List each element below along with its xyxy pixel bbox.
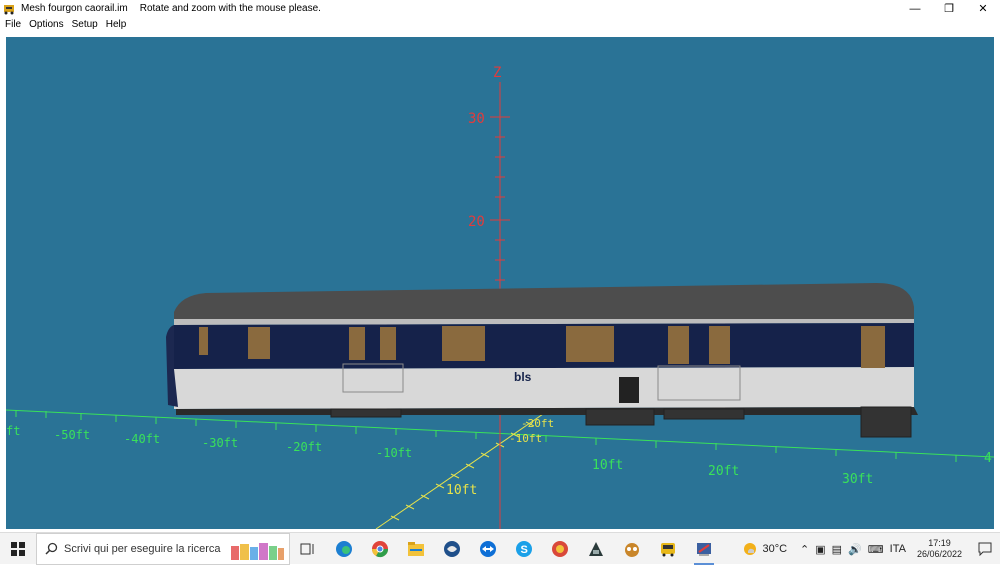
restore-button[interactable]: ❐ bbox=[932, 0, 966, 17]
search-icon bbox=[45, 542, 58, 555]
taskbar-app-teamviewer[interactable] bbox=[470, 533, 506, 565]
z-tick: 20 bbox=[468, 214, 485, 230]
app-red-icon bbox=[552, 540, 568, 557]
x-tick: -40ft bbox=[124, 432, 160, 446]
x-tick: 10ft bbox=[592, 458, 623, 473]
weather-sun-icon bbox=[744, 543, 757, 555]
app-bus-icon bbox=[661, 542, 675, 556]
network-icon[interactable]: ▤ bbox=[832, 543, 842, 556]
clock-date: 26/06/2022 bbox=[916, 549, 962, 559]
y-tick: 10ft bbox=[446, 483, 477, 498]
task-view-button[interactable] bbox=[290, 533, 326, 565]
x-tick: 4 bbox=[984, 451, 992, 466]
taskbar-app-edge[interactable] bbox=[326, 533, 362, 565]
taskbar-app-mesh[interactable] bbox=[686, 533, 722, 565]
menu-file[interactable]: File bbox=[0, 19, 25, 30]
app-icon bbox=[4, 4, 14, 14]
taskbar-app-owl[interactable] bbox=[614, 533, 650, 565]
x-tick: 20ft bbox=[708, 464, 739, 479]
menu-help[interactable]: Help bbox=[102, 19, 131, 30]
z-axis-label: Z bbox=[493, 65, 501, 81]
x-tick: -10ft bbox=[376, 446, 412, 460]
windows-icon bbox=[11, 541, 25, 556]
z-axis-labels: Z 30 20 bbox=[468, 65, 501, 230]
app-mesh-icon bbox=[697, 542, 711, 556]
notifications-button[interactable] bbox=[970, 542, 1000, 556]
notification-icon bbox=[978, 542, 992, 556]
x-tick: ft bbox=[6, 424, 20, 438]
window-title: Mesh fourgon caorail.im bbox=[21, 3, 128, 14]
title-bar: Mesh fourgon caorail.im Rotate and zoom … bbox=[0, 0, 1000, 17]
clock[interactable]: 17:19 26/06/2022 bbox=[917, 538, 962, 560]
taskbar-app-chrome[interactable] bbox=[362, 533, 398, 565]
taskbar-app-bus[interactable] bbox=[650, 533, 686, 565]
volume-icon[interactable]: 🔊 bbox=[848, 543, 862, 556]
language-indicator[interactable]: ITA bbox=[890, 543, 906, 555]
teamviewer-icon bbox=[480, 540, 496, 557]
taskbar-app-globe[interactable] bbox=[434, 533, 470, 565]
x-tick: -30ft bbox=[202, 436, 238, 450]
3d-viewport[interactable]: ft -50ft -40ft -30ft -20ft -10ft 10ft 20… bbox=[6, 37, 994, 529]
taskbar-app-explorer[interactable] bbox=[398, 533, 434, 565]
x-tick: -20ft bbox=[286, 440, 322, 454]
y-tick: -20ft bbox=[521, 417, 554, 430]
chrome-icon bbox=[371, 540, 389, 557]
weather-widget[interactable]: 30°C bbox=[742, 541, 787, 557]
keyboard-icon[interactable]: ⌨ bbox=[868, 543, 884, 556]
app-dark-icon bbox=[589, 541, 603, 556]
x-tick: -50ft bbox=[54, 428, 90, 442]
system-tray: 30°C ⌃ ▣ ▤ 🔊 ⌨ ITA 17:19 26/06/2022 bbox=[742, 533, 1000, 565]
taskbar: Scrivi qui per eseguire la ricerca S 30°… bbox=[0, 532, 1000, 565]
app-owl-icon bbox=[625, 542, 639, 557]
tray-app-icon[interactable]: ▣ bbox=[815, 543, 825, 556]
y-tick: -10ft bbox=[509, 432, 542, 445]
window-hint: Rotate and zoom with the mouse please. bbox=[139, 3, 321, 14]
task-view-icon bbox=[300, 543, 314, 554]
menu-setup[interactable]: Setup bbox=[68, 19, 102, 30]
y-axis-labels: -30ft -20ft -10ft 10ft bbox=[446, 405, 567, 498]
search-highlight-icon bbox=[231, 542, 284, 560]
menu-options[interactable]: Options bbox=[25, 19, 67, 30]
tray-expand-icon[interactable]: ⌃ bbox=[800, 543, 809, 556]
taskbar-app-dark[interactable] bbox=[578, 533, 614, 565]
taskbar-app-red[interactable] bbox=[542, 533, 578, 565]
skype-icon: S bbox=[516, 540, 532, 557]
svg-text:S: S bbox=[521, 544, 528, 556]
close-icon: ✕ bbox=[978, 3, 988, 15]
weather-temperature: 30°C bbox=[762, 543, 788, 555]
start-button[interactable] bbox=[0, 533, 36, 565]
file-explorer-icon bbox=[408, 541, 424, 556]
taskbar-app-skype[interactable]: S bbox=[506, 533, 542, 565]
rail-car-model: bls bbox=[166, 283, 918, 438]
app-globe-icon bbox=[444, 540, 460, 557]
search-box[interactable]: Scrivi qui per eseguire la ricerca bbox=[36, 532, 290, 565]
search-placeholder: Scrivi qui per eseguire la ricerca bbox=[64, 542, 221, 555]
restore-icon: ❐ bbox=[944, 3, 954, 15]
x-tick: 30ft bbox=[842, 472, 873, 487]
scene-canvas[interactable]: ft -50ft -40ft -30ft -20ft -10ft 10ft 20… bbox=[6, 37, 994, 529]
bls-logo: bls bbox=[514, 370, 532, 384]
clock-time: 17:19 bbox=[928, 538, 951, 548]
minimize-icon: — bbox=[909, 2, 921, 15]
z-tick: 30 bbox=[468, 111, 485, 127]
menu-bar: File Options Setup Help bbox=[0, 17, 1000, 32]
edge-icon bbox=[336, 540, 352, 557]
close-button[interactable]: ✕ bbox=[966, 0, 1000, 17]
minimize-button[interactable]: — bbox=[898, 0, 932, 17]
